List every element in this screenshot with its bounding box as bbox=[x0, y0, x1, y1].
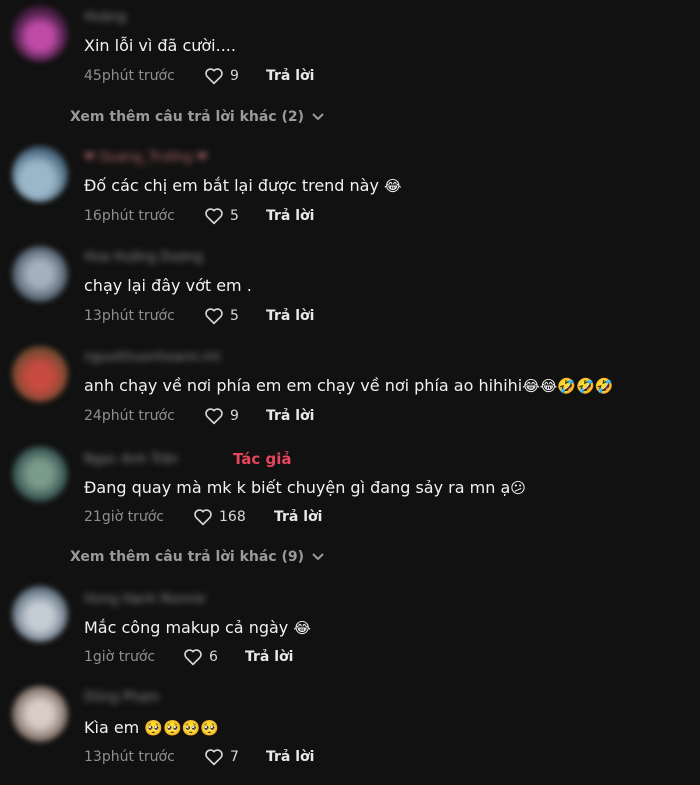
like-count: 9 bbox=[230, 68, 239, 84]
comment-time: 24phút trước bbox=[84, 408, 175, 424]
comment-text: chạy lại đây vớt em . bbox=[84, 276, 252, 295]
reply-button[interactable]: Trả lời bbox=[266, 208, 314, 224]
reply-button[interactable]: Trả lời bbox=[245, 649, 293, 665]
avatar[interactable] bbox=[12, 446, 68, 502]
like-count: 168 bbox=[219, 509, 246, 525]
comment-emoji: 😂😂🤣🤣🤣 bbox=[522, 377, 614, 395]
reply-button[interactable]: Trả lời bbox=[274, 509, 322, 525]
like-button[interactable]: 5 bbox=[204, 207, 239, 225]
comment-time: 13phút trước bbox=[84, 308, 175, 324]
view-more-replies-button[interactable]: Xem thêm câu trả lời khác (9) bbox=[70, 549, 324, 565]
reply-button[interactable]: Trả lời bbox=[266, 68, 314, 84]
like-button[interactable]: 9 bbox=[204, 407, 239, 425]
avatar[interactable] bbox=[12, 686, 68, 742]
avatar[interactable] bbox=[12, 246, 68, 302]
comment-username[interactable]: Hong Hạnh Ronnie bbox=[84, 592, 205, 607]
like-button[interactable]: 5 bbox=[204, 307, 239, 325]
heart-icon bbox=[205, 408, 223, 425]
like-button[interactable]: 6 bbox=[183, 648, 218, 666]
like-button[interactable]: 168 bbox=[193, 508, 246, 526]
like-button[interactable]: 9 bbox=[204, 67, 239, 85]
heart-icon bbox=[184, 649, 202, 666]
reply-button[interactable]: Trả lời bbox=[266, 408, 314, 424]
comment-emoji: 🥺🥺🥺🥺 bbox=[144, 719, 220, 737]
avatar[interactable] bbox=[12, 346, 68, 402]
view-more-replies-label: Xem thêm câu trả lời khác (9) bbox=[70, 549, 305, 565]
view-more-replies-label: Xem thêm câu trả lời khác (2) bbox=[70, 109, 305, 125]
heart-icon bbox=[205, 208, 223, 225]
comment-text: Đố các chị em bắt lại được trend này 😂 bbox=[84, 176, 402, 195]
comment-text: Kìa em 🥺🥺🥺🥺 bbox=[84, 718, 220, 737]
comment-time: 13phút trước bbox=[84, 749, 175, 765]
avatar[interactable] bbox=[12, 146, 68, 202]
comment-username[interactable]: nguoithuonhoami.mt bbox=[84, 350, 220, 365]
author-badge: Tác giả bbox=[233, 450, 292, 468]
heart-icon bbox=[205, 308, 223, 325]
reply-button[interactable]: Trả lời bbox=[266, 308, 314, 324]
comment-emoji: 😂 bbox=[384, 177, 402, 195]
like-count: 9 bbox=[230, 408, 239, 424]
avatar[interactable] bbox=[12, 586, 68, 642]
like-count: 7 bbox=[230, 749, 239, 765]
comment-time: 16phút trước bbox=[84, 208, 175, 224]
comment-time: 1giờ trước bbox=[84, 649, 156, 665]
chevron-down-icon bbox=[312, 553, 324, 561]
comment-emoji: 😕 bbox=[510, 479, 526, 497]
comment-emoji: 😂 bbox=[293, 619, 311, 637]
like-button[interactable]: 7 bbox=[204, 748, 239, 766]
like-count: 6 bbox=[209, 649, 218, 665]
like-count: 5 bbox=[230, 308, 239, 324]
comment-text: Mắc công makup cả ngày 😂 bbox=[84, 618, 311, 637]
reply-button[interactable]: Trả lời bbox=[266, 749, 314, 765]
comment-username[interactable]: Hoàng bbox=[84, 10, 126, 25]
comment-username[interactable]: Hoa Hướng Dương bbox=[84, 250, 203, 265]
comment-time: 45phút trước bbox=[84, 68, 175, 84]
heart-icon bbox=[205, 749, 223, 766]
heart-icon bbox=[205, 68, 223, 85]
like-count: 5 bbox=[230, 208, 239, 224]
comment-text: Đang quay mà mk k biết chuyện gì đang sả… bbox=[84, 478, 526, 497]
comment-username[interactable]: Ngọc Anh Trần bbox=[84, 452, 178, 467]
view-more-replies-button[interactable]: Xem thêm câu trả lời khác (2) bbox=[70, 109, 324, 125]
comment-time: 21giờ trước bbox=[84, 509, 164, 525]
avatar[interactable] bbox=[12, 6, 68, 62]
comment-text: anh chạy về nơi phía em em chạy về nơi p… bbox=[84, 376, 614, 395]
comment-username[interactable]: ❤ Quang_Trường ❤ bbox=[84, 150, 208, 165]
chevron-down-icon bbox=[312, 113, 324, 121]
comment-username[interactable]: Dũng Phạm bbox=[84, 690, 160, 705]
heart-icon bbox=[194, 509, 212, 526]
comment-text: Xin lỗi vì đã cười.... bbox=[84, 36, 236, 55]
